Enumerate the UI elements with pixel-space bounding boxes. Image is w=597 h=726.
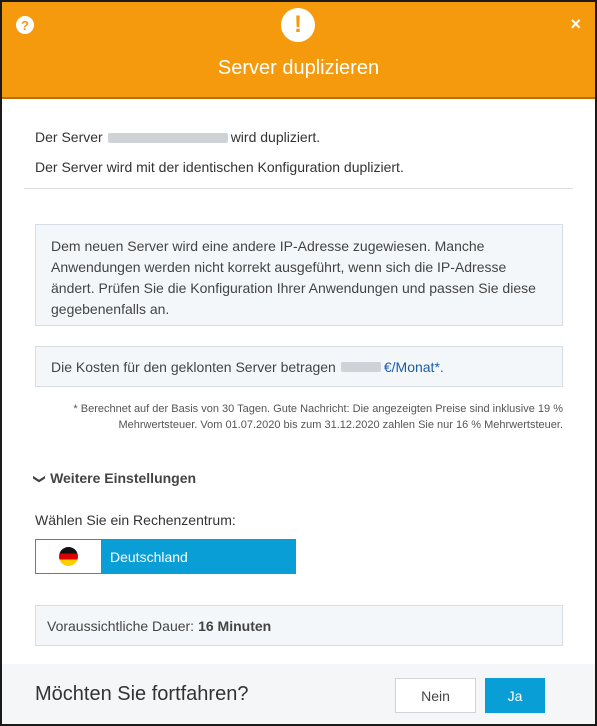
datacenter-label: Wählen Sie ein Rechenzentrum: [35, 512, 236, 528]
flag-cell [36, 540, 101, 573]
cost-box: Die Kosten für den geklonten Server betr… [35, 346, 563, 387]
chevron-down-icon: ❯ [33, 473, 48, 485]
confirm-question: Möchten Sie fortfahren? [35, 683, 249, 705]
server-line-suffix: wird dupliziert. [230, 129, 321, 145]
yes-button[interactable]: Ja [485, 678, 545, 713]
close-icon[interactable]: × [570, 12, 581, 36]
duration-box: Voraussichtliche Dauer: 16 Minuten [35, 605, 563, 646]
warning-icon: ! [281, 8, 315, 42]
datacenter-option-germany[interactable]: Deutschland [35, 539, 296, 574]
duration-value: 16 Minuten [198, 617, 272, 634]
germany-flag-icon [59, 547, 78, 566]
dialog-footer: Möchten Sie fortfahren? Nein Ja [2, 664, 595, 724]
redacted-server-name [107, 133, 228, 144]
ip-info-box: Dem neuen Server wird eine andere IP-Adr… [35, 224, 563, 326]
cost-text: Die Kosten für den geklonten Server betr… [51, 358, 336, 375]
further-settings-label: Weitere Einstellungen [50, 470, 197, 486]
price-footnote: * Berechnet auf der Basis von 30 Tagen. … [73, 403, 563, 431]
further-settings-toggle[interactable]: ❯ Weitere Einstellungen [33, 470, 197, 486]
duration-label: Voraussichtliche Dauer: [47, 617, 195, 634]
dialog-title: Server duplizieren [217, 57, 380, 79]
duplicate-server-dialog: ? ! × Server duplizieren Der Server wird … [0, 0, 597, 726]
server-line: Der Server wird dupliziert. [35, 129, 320, 145]
ip-info-text: Dem neuen Server wird eine andere IP-Adr… [51, 238, 536, 317]
datacenter-name: Deutschland [101, 540, 295, 573]
no-button[interactable]: Nein [395, 678, 476, 713]
cost-unit: €/Monat*. [383, 358, 444, 375]
divider [24, 188, 573, 189]
config-line: Der Server wird mit der identischen Konf… [35, 159, 404, 175]
redacted-price [340, 361, 381, 372]
help-icon[interactable]: ? [16, 16, 34, 34]
server-line-prefix: Der Server [35, 129, 103, 145]
dialog-header: ? ! × Server duplizieren [2, 2, 595, 99]
